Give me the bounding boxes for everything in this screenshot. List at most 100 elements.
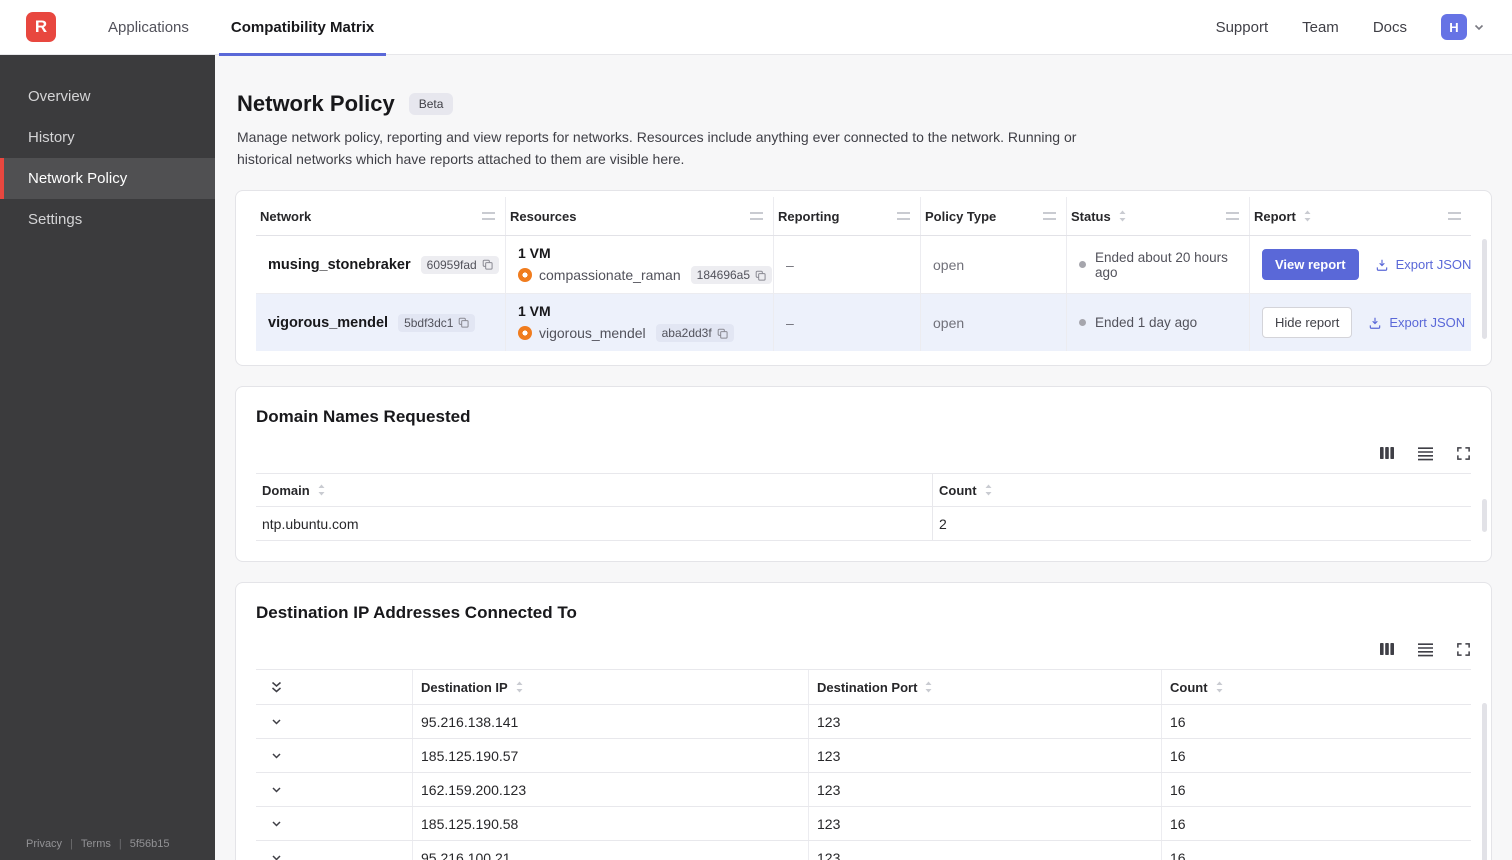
count-cell: 16 <box>1170 747 1186 764</box>
page-header: Network Policy Beta <box>235 91 1492 117</box>
destination-ip-cell: 185.125.190.57 <box>413 739 809 773</box>
sidebar-item-history[interactable]: History <box>0 117 215 158</box>
resource-id-badge: 184696a5 <box>690 266 773 285</box>
user-menu[interactable]: H <box>1441 14 1486 40</box>
expand-all-icon[interactable] <box>270 680 283 694</box>
column-header-policy-type[interactable]: Policy Type <box>921 197 1067 236</box>
vm-icon <box>518 326 532 341</box>
sort-icon[interactable] <box>1118 210 1127 222</box>
column-header-status[interactable]: Status <box>1067 197 1250 236</box>
destinations-card: Destination IP Addresses Connected To De… <box>235 582 1492 860</box>
scrollbar[interactable] <box>1482 499 1487 533</box>
hide-report-button[interactable]: Hide report <box>1262 307 1353 339</box>
copy-icon[interactable] <box>458 317 470 328</box>
support-link[interactable]: Support <box>1216 19 1269 36</box>
column-header-domain[interactable]: Domain <box>256 474 933 507</box>
network-row: vigorous_mendel 5bdf3dc1 1 VM vigorous_m… <box>256 294 1471 352</box>
column-header-reporting[interactable]: Reporting <box>774 197 921 236</box>
sort-icon[interactable] <box>984 484 993 496</box>
copy-icon[interactable] <box>482 259 493 270</box>
resources-cell: 1 VM compassionate_raman 184696a5 <box>506 236 774 294</box>
terms-link[interactable]: Terms <box>81 838 111 850</box>
export-json-link[interactable]: Export JSON <box>1375 257 1471 272</box>
copy-icon[interactable] <box>717 328 728 339</box>
resources-cell: 1 VM vigorous_mendel aba2dd3f <box>506 294 774 352</box>
sort-icon[interactable] <box>317 484 326 496</box>
sort-icon[interactable] <box>515 681 524 693</box>
destination-row: 95.216.138.141 123 16 <box>256 705 1471 740</box>
docs-link[interactable]: Docs <box>1373 19 1407 36</box>
destination-port-cell: 123 <box>809 773 1162 807</box>
row-density-icon[interactable] <box>1417 446 1434 461</box>
row-expander-chevron-down-icon[interactable] <box>270 783 283 796</box>
domain-cell: ntp.ubuntu.com <box>256 507 933 541</box>
destination-port-cell: 123 <box>809 705 1162 739</box>
scrollbar[interactable] <box>1482 703 1487 860</box>
domains-table-header: Domain Count <box>256 473 1471 508</box>
resource-count: 1 VM <box>518 303 551 320</box>
destination-ip-cell: 162.159.200.123 <box>413 773 809 807</box>
row-density-icon[interactable] <box>1417 642 1434 657</box>
destinations-card-title: Destination IP Addresses Connected To <box>256 603 577 623</box>
tab-compatibility-matrix[interactable]: Compatibility Matrix <box>218 0 387 56</box>
column-resize-handle-icon[interactable] <box>897 212 910 221</box>
column-visibility-icon[interactable] <box>1379 445 1395 461</box>
row-expander-chevron-down-icon[interactable] <box>270 851 283 860</box>
privacy-link[interactable]: Privacy <box>26 838 62 850</box>
page-description: Manage network policy, reporting and vie… <box>237 129 1077 167</box>
column-header-count[interactable]: Count <box>1162 670 1471 704</box>
column-resize-handle-icon[interactable] <box>1226 212 1239 221</box>
sort-icon[interactable] <box>1215 681 1224 693</box>
networks-table-header: Network Resources Reporting Policy Type … <box>256 197 1471 237</box>
destination-row: 185.125.190.57 123 16 <box>256 739 1471 774</box>
table-toolbar <box>256 641 1471 657</box>
download-icon <box>1375 258 1389 272</box>
status-text: Ended about 20 hours ago <box>1095 249 1228 280</box>
team-link[interactable]: Team <box>1302 19 1339 36</box>
policy-type-cell: open <box>921 294 1067 352</box>
networks-card: Network Resources Reporting Policy Type … <box>235 190 1492 367</box>
column-header-destination-ip[interactable]: Destination IP <box>413 670 809 705</box>
column-visibility-icon[interactable] <box>1379 641 1395 657</box>
destination-row: 95.216.100.21 123 16 <box>256 841 1471 860</box>
copy-icon[interactable] <box>755 270 766 281</box>
fullscreen-icon[interactable] <box>1456 446 1471 461</box>
column-header-count[interactable]: Count <box>933 474 1471 506</box>
sidebar-nav: Overview History Network Policy Settings <box>0 55 215 240</box>
fullscreen-icon[interactable] <box>1456 642 1471 657</box>
status-dot <box>1079 261 1086 269</box>
scrollbar[interactable] <box>1482 239 1487 340</box>
export-json-link[interactable]: Export JSON <box>1368 315 1465 330</box>
network-name: musing_stonebraker <box>268 256 411 273</box>
column-header-destination-port[interactable]: Destination Port <box>809 670 1162 705</box>
column-header-network[interactable]: Network <box>256 197 506 236</box>
column-resize-handle-icon[interactable] <box>750 212 763 221</box>
column-resize-handle-icon[interactable] <box>1448 212 1461 221</box>
status-cell: Ended 1 day ago <box>1067 294 1250 352</box>
column-header-report[interactable]: Report <box>1250 197 1471 235</box>
network-id-badge: 5bdf3dc1 <box>398 313 476 332</box>
resource-count: 1 VM <box>518 245 551 262</box>
column-header-resources[interactable]: Resources <box>506 197 774 236</box>
sort-icon[interactable] <box>924 681 933 693</box>
main-content: Network Policy Beta Manage network polic… <box>215 55 1512 860</box>
row-expander-chevron-down-icon[interactable] <box>270 817 283 830</box>
sidebar-item-settings[interactable]: Settings <box>0 199 215 240</box>
reporting-cell: – <box>774 236 921 294</box>
destinations-table-header: Destination IP Destination Port Count <box>256 669 1471 706</box>
column-resize-handle-icon[interactable] <box>1043 212 1056 221</box>
report-cell: Hide report Export JSON <box>1250 294 1477 351</box>
vm-icon <box>518 268 532 283</box>
row-expander-chevron-down-icon[interactable] <box>270 749 283 762</box>
reporting-cell: – <box>774 294 921 352</box>
view-report-button[interactable]: View report <box>1262 249 1359 281</box>
network-row: musing_stonebraker 60959fad 1 VM compass… <box>256 236 1471 295</box>
sidebar-item-overview[interactable]: Overview <box>0 76 215 117</box>
sidebar-item-network-policy[interactable]: Network Policy <box>0 158 215 199</box>
column-resize-handle-icon[interactable] <box>482 212 495 221</box>
domains-card-title: Domain Names Requested <box>256 407 471 427</box>
row-expander-chevron-down-icon[interactable] <box>270 715 283 728</box>
app-logo[interactable]: R <box>26 12 56 42</box>
sort-icon[interactable] <box>1303 210 1312 222</box>
tab-applications[interactable]: Applications <box>96 0 201 55</box>
